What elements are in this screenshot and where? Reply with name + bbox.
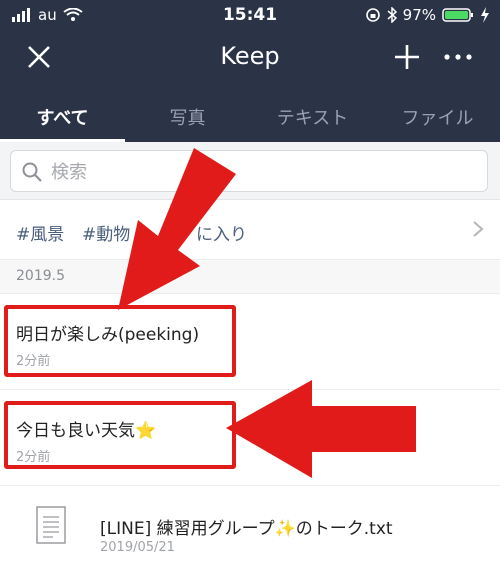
item-time: 2019/05/21 bbox=[100, 540, 175, 555]
arrow-annotation bbox=[118, 148, 236, 310]
list-item[interactable]: [LINE] 練習用グループ✨のトーク.txt 2019/05/21 bbox=[0, 486, 500, 578]
bluetooth-icon bbox=[387, 7, 397, 23]
tag-landscape[interactable]: #風景 bbox=[16, 220, 64, 245]
battery-percent: 97% bbox=[402, 6, 436, 24]
add-icon[interactable] bbox=[392, 42, 422, 72]
tab-text[interactable]: テキスト bbox=[250, 92, 375, 142]
title-bar: Keep bbox=[0, 30, 500, 86]
arrow-annotation bbox=[226, 380, 416, 478]
app-header: au 15:41 97% Keep すべて 写真 テキスト ファイル bbox=[0, 0, 500, 142]
chevron-right-icon[interactable] bbox=[472, 220, 484, 238]
section-header: 2019.5 bbox=[0, 260, 500, 294]
search-box[interactable] bbox=[10, 150, 488, 192]
tag-row[interactable]: #風景 #動物 に入り bbox=[0, 200, 500, 260]
tab-files[interactable]: ファイル bbox=[375, 92, 500, 142]
highlight-box bbox=[4, 401, 236, 469]
tab-photos[interactable]: 写真 bbox=[125, 92, 250, 142]
status-bar: au 15:41 97% bbox=[0, 0, 500, 30]
search-area bbox=[0, 142, 500, 200]
more-icon[interactable] bbox=[442, 44, 474, 70]
text-file-icon bbox=[36, 506, 66, 544]
page-title: Keep bbox=[220, 42, 280, 70]
tab-all[interactable]: すべて bbox=[0, 92, 125, 142]
charging-icon bbox=[481, 7, 489, 23]
battery-icon bbox=[442, 8, 473, 22]
item-text: [LINE] 練習用グループ✨のトーク.txt bbox=[100, 519, 393, 539]
search-icon bbox=[22, 162, 42, 182]
tab-bar: すべて 写真 テキスト ファイル bbox=[0, 92, 500, 142]
rotation-lock-icon bbox=[365, 8, 380, 22]
section-date-label: 2019.5 bbox=[16, 268, 65, 284]
